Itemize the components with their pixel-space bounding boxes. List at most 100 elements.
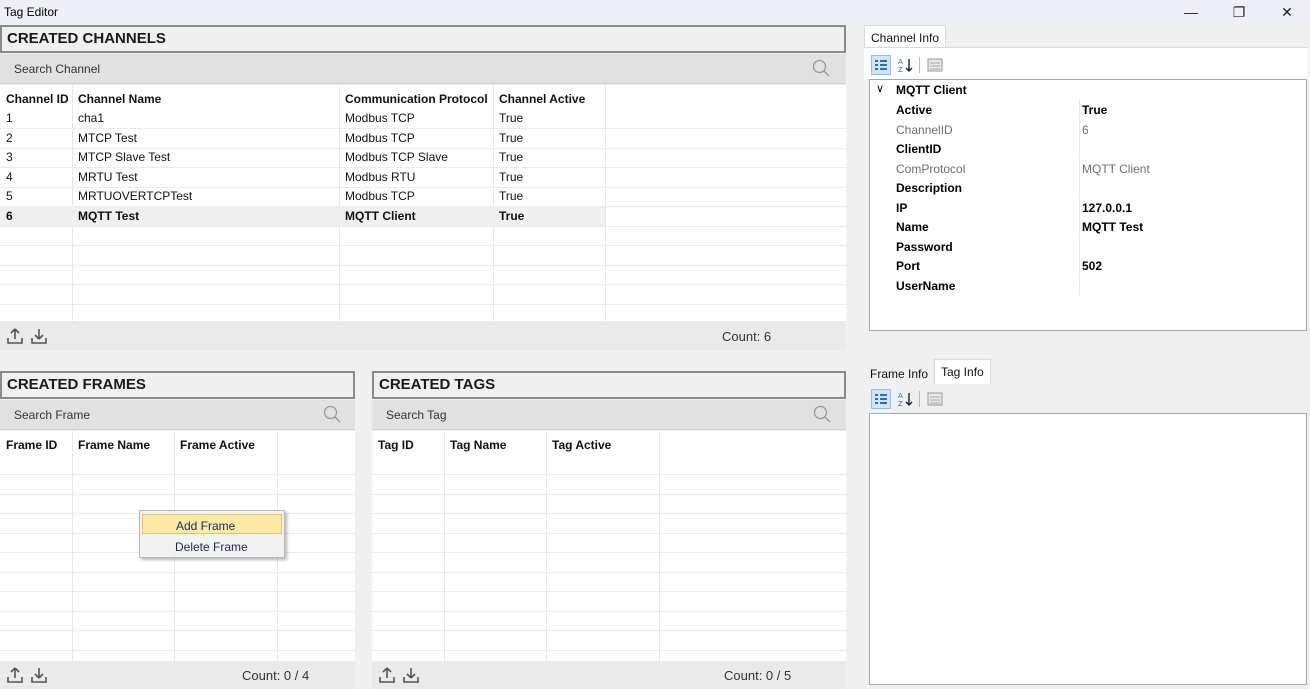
channel-search-input[interactable]: Search Channel xyxy=(14,62,100,76)
column-header-active[interactable]: Channel Active xyxy=(493,85,585,109)
property-name: IP xyxy=(896,200,908,215)
row-divider xyxy=(372,552,846,553)
row-divider xyxy=(372,610,846,612)
table-cell: Modbus RTU xyxy=(345,169,416,184)
search-icon[interactable] xyxy=(813,405,831,423)
svg-text:A: A xyxy=(898,392,903,400)
tags-footer: Count: 0 / 5 xyxy=(372,661,846,689)
tab-tag-info[interactable]: Tag Info xyxy=(934,359,991,384)
alphabetical-sort-button[interactable]: AZ xyxy=(895,389,915,409)
property-row[interactable]: ComProtocol MQTT Client xyxy=(870,158,1306,178)
property-divider xyxy=(1079,158,1080,178)
property-divider xyxy=(1079,139,1080,158)
table-cell: MRTU Test xyxy=(78,169,138,184)
table-row[interactable]: 2 MTCP Test Modbus TCP True xyxy=(0,129,605,148)
minimize-button[interactable]: — xyxy=(1168,0,1214,24)
property-divider xyxy=(1079,197,1080,217)
menu-item-add-frame[interactable]: Add Frame xyxy=(142,514,282,534)
property-row[interactable]: Description xyxy=(870,178,1306,197)
column-header-frame-id[interactable]: Frame ID xyxy=(0,431,57,455)
tag-search[interactable]: Search Tag xyxy=(372,400,846,430)
categorized-view-button[interactable] xyxy=(871,389,891,409)
table-cell: 6 xyxy=(6,208,13,223)
column-header-channel-name[interactable]: Channel Name xyxy=(72,85,161,109)
channels-table[interactable]: Channel ID Channel Name Communication Pr… xyxy=(0,85,846,321)
upload-icon[interactable] xyxy=(6,666,24,684)
property-value[interactable]: True xyxy=(1082,103,1107,117)
table-cell: 3 xyxy=(6,150,13,164)
channels-count: Count: 6 xyxy=(722,329,772,344)
property-value[interactable]: 502 xyxy=(1082,259,1102,273)
row-divider xyxy=(372,532,846,534)
table-cell: True xyxy=(499,130,524,145)
lower-info-toolbar: AZ xyxy=(864,384,1308,414)
property-pages-button[interactable] xyxy=(925,389,945,409)
row-divider xyxy=(372,571,846,573)
column-header-tag-id[interactable]: Tag ID xyxy=(372,431,414,455)
table-row[interactable]: 5 MRTUOVERTCPTest Modbus TCP True xyxy=(0,187,605,206)
property-category[interactable]: ∨ MQTT Client xyxy=(870,80,1306,99)
table-row[interactable]: 6 MQTT Test MQTT Client True xyxy=(0,206,605,226)
sort-az-icon: AZ xyxy=(898,58,913,73)
alphabetical-sort-button[interactable]: AZ xyxy=(895,55,915,75)
property-name: ClientID xyxy=(896,142,942,156)
menu-item-delete-frame[interactable]: Delete Frame xyxy=(142,536,282,556)
property-divider xyxy=(1079,100,1080,119)
property-pages-button[interactable] xyxy=(925,55,945,75)
column-header-tag-name[interactable]: Tag Name xyxy=(444,431,506,455)
column-header-frame-active[interactable]: Frame Active xyxy=(174,431,255,455)
upload-icon[interactable] xyxy=(378,666,396,684)
search-icon[interactable] xyxy=(812,59,830,77)
frames-footer: Count: 0 / 4 xyxy=(0,661,355,689)
property-row[interactable]: Port 502 xyxy=(870,256,1306,275)
restore-button[interactable]: ❐ xyxy=(1216,0,1262,24)
sort-az-icon: AZ xyxy=(898,392,913,407)
tags-table[interactable]: Tag ID Tag Name Tag Active xyxy=(372,431,846,661)
column-header-channel-id[interactable]: Channel ID xyxy=(0,85,69,109)
tag-search-input[interactable]: Search Tag xyxy=(386,408,447,422)
property-row[interactable]: IP 127.0.0.1 xyxy=(870,197,1306,217)
table-cell: MTCP Test xyxy=(78,130,137,145)
upload-icon[interactable] xyxy=(6,327,24,345)
property-row[interactable]: Password xyxy=(870,236,1306,256)
row-divider xyxy=(372,474,846,475)
table-cell: MRTUOVERTCPTest xyxy=(78,189,193,203)
svg-text:A: A xyxy=(898,58,903,66)
collapse-chevron-icon[interactable]: ∨ xyxy=(876,82,884,95)
property-divider xyxy=(1079,178,1080,197)
table-row[interactable]: 4 MRTU Test Modbus RTU True xyxy=(0,168,605,187)
tab-frame-info[interactable]: Frame Info xyxy=(864,362,934,384)
property-name: Active xyxy=(896,103,933,117)
frame-search[interactable]: Search Frame xyxy=(0,400,355,430)
tab-channel-info[interactable]: Channel Info xyxy=(864,25,947,47)
categorized-view-button[interactable] xyxy=(871,55,891,75)
close-button[interactable]: ✕ xyxy=(1264,0,1310,24)
column-header-frame-name[interactable]: Frame Name xyxy=(72,431,150,455)
property-row[interactable]: Active True xyxy=(870,100,1306,119)
download-icon[interactable] xyxy=(30,327,48,345)
channel-property-grid[interactable]: ∨ MQTT Client Active True ChannelID 6 Client… xyxy=(869,79,1307,331)
property-row[interactable]: ClientID xyxy=(870,139,1306,158)
download-icon[interactable] xyxy=(402,666,420,684)
property-row[interactable]: UserName xyxy=(870,275,1306,295)
channel-search[interactable]: Search Channel xyxy=(0,54,846,84)
download-icon[interactable] xyxy=(30,666,48,684)
table-row[interactable]: 1 cha1 Modbus TCP True xyxy=(0,109,605,128)
table-row[interactable]: 3 MTCP Slave Test Modbus TCP Slave True xyxy=(0,148,605,167)
property-name: Password xyxy=(896,239,953,254)
search-icon[interactable] xyxy=(323,405,341,423)
property-row[interactable]: ChannelID 6 xyxy=(870,119,1306,139)
property-row[interactable]: Name MQTT Test xyxy=(870,217,1306,236)
row-divider xyxy=(0,591,355,592)
column-header-tag-active[interactable]: Tag Active xyxy=(546,431,611,455)
svg-text:Z: Z xyxy=(898,66,903,73)
property-value[interactable]: MQTT Client xyxy=(1082,162,1150,176)
property-value[interactable]: 127.0.0.1 xyxy=(1082,201,1132,215)
property-value[interactable]: MQTT Test xyxy=(1082,220,1143,234)
column-header-protocol[interactable]: Communication Protocol xyxy=(339,85,488,109)
tag-property-grid[interactable] xyxy=(869,413,1307,685)
property-name: ComProtocol xyxy=(896,161,966,176)
property-divider xyxy=(1079,236,1080,256)
frame-search-input[interactable]: Search Frame xyxy=(14,408,90,422)
property-value[interactable]: 6 xyxy=(1082,123,1089,137)
